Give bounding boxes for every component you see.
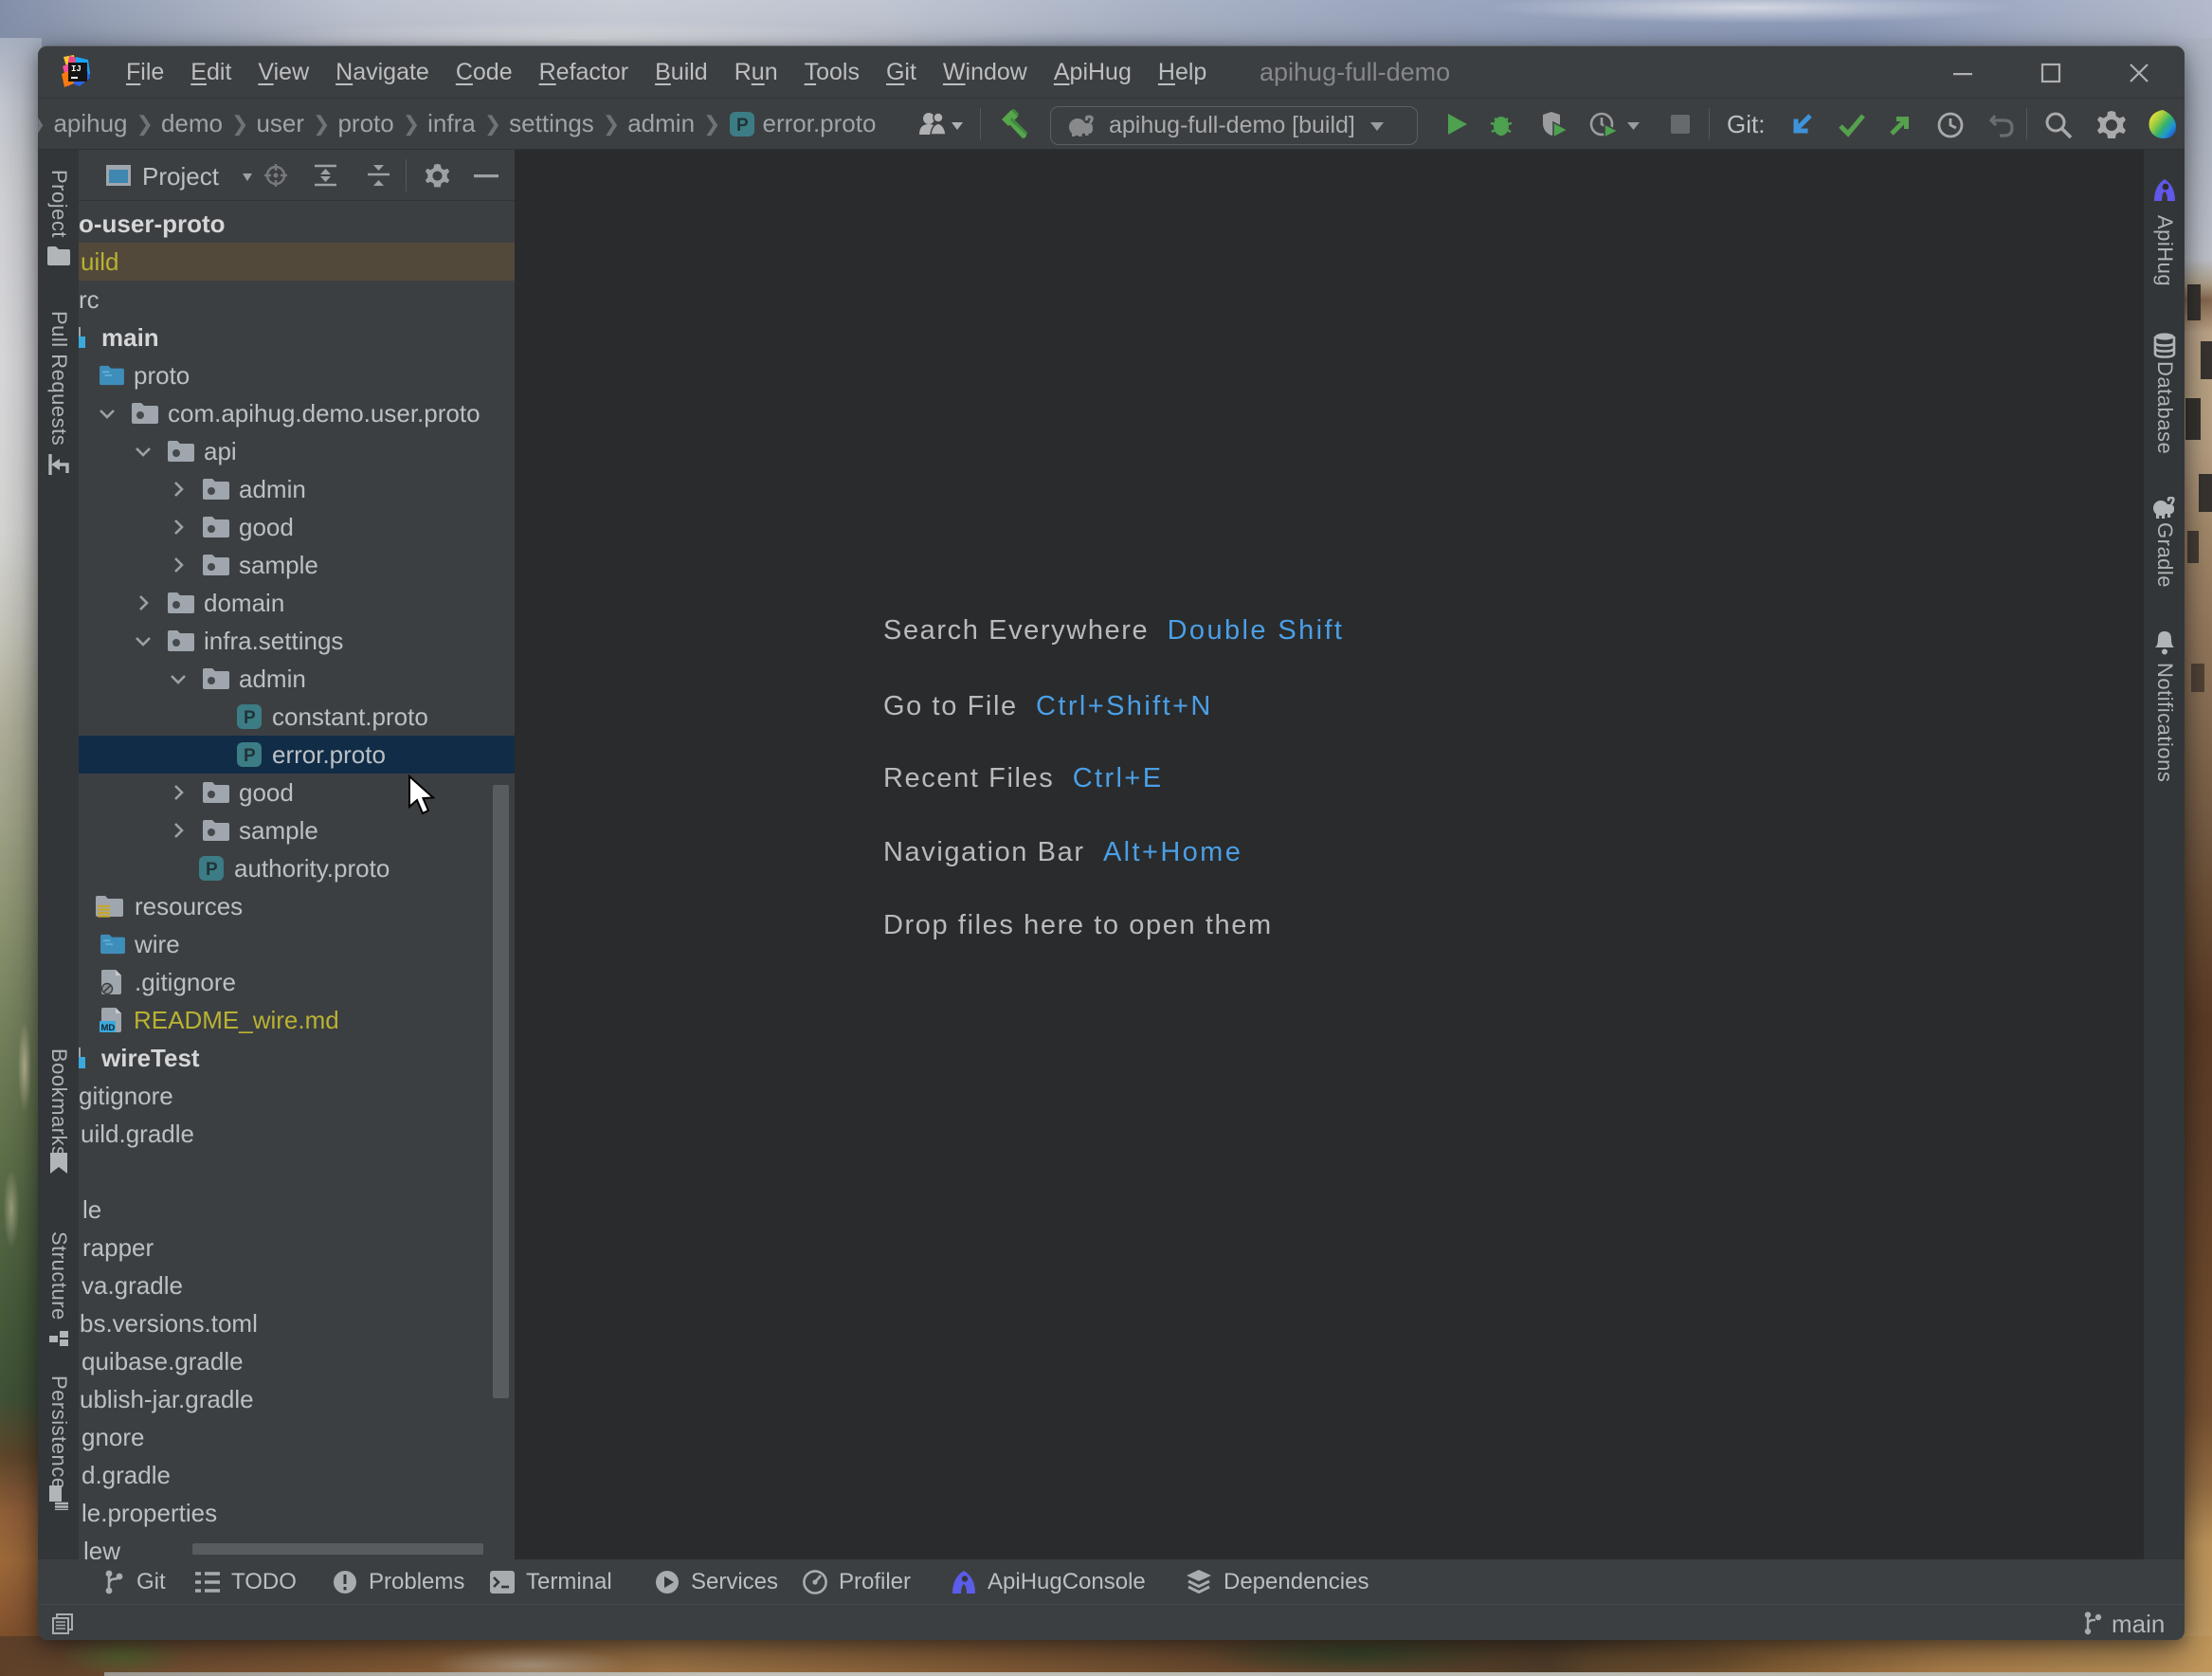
svg-text:IJ: IJ [71, 64, 82, 74]
